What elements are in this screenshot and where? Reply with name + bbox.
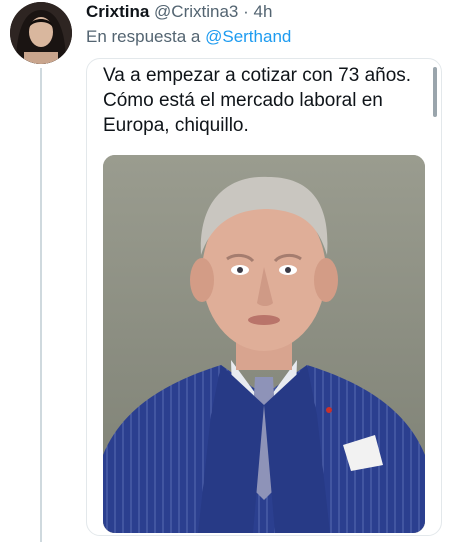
portrait-image — [103, 155, 425, 533]
scrollbar[interactable] — [433, 67, 437, 117]
avatar-image — [10, 2, 72, 64]
display-name[interactable]: Crixtina — [86, 2, 149, 21]
reply-context: En respuesta a @Serthand — [86, 27, 291, 47]
separator-dot: · — [243, 2, 249, 21]
avatar[interactable] — [10, 2, 72, 64]
tweet-photo[interactable] — [103, 155, 425, 533]
tweet-card[interactable]: Va a empezar a cotizar con 73 años. Cómo… — [86, 58, 442, 536]
reply-prefix: En respuesta a — [86, 27, 201, 46]
thread-line — [40, 68, 42, 542]
tweet-text: Va a empezar a cotizar con 73 años. Cómo… — [103, 63, 433, 138]
tweet-text-line: Cómo está el mercado laboral en — [103, 90, 383, 111]
reply-mention-link[interactable]: @Serthand — [205, 27, 291, 46]
tweet-text-line: Va a empezar a cotizar con 73 años. — [103, 65, 412, 86]
tweet-header: Crixtina @Crixtina3 · 4h — [86, 2, 272, 22]
timestamp[interactable]: 4h — [254, 2, 273, 21]
tweet-text-line: Europa, chiquillo. — [103, 115, 249, 136]
user-handle[interactable]: @Crixtina3 — [154, 2, 238, 21]
